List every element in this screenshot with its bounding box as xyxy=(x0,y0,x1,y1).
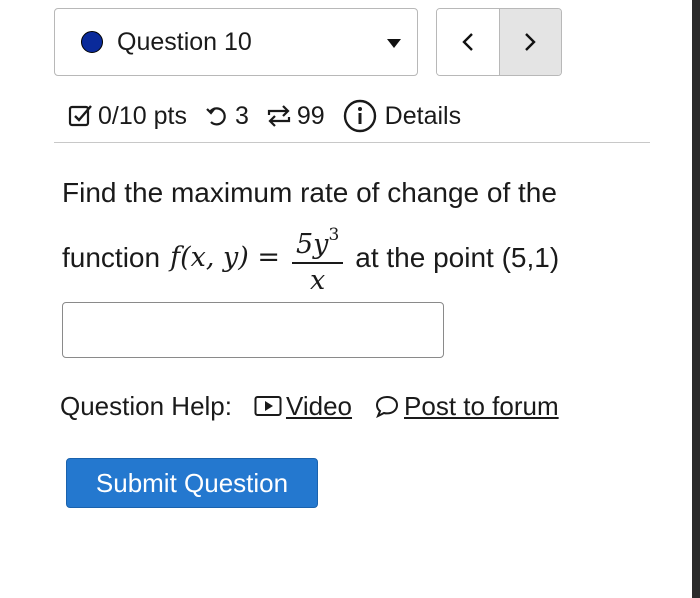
submit-question-button[interactable]: Submit Question xyxy=(66,458,318,508)
details-label: Details xyxy=(384,101,462,130)
question-help: Question Help: Video Post to forum xyxy=(60,388,559,424)
info-icon xyxy=(343,99,376,133)
attempts-status: 3 xyxy=(205,102,249,131)
answer-input[interactable] xyxy=(62,302,444,358)
attempts-text: 3 xyxy=(234,101,249,130)
points-status: 0/10 pts xyxy=(68,102,187,131)
undo-icon xyxy=(206,107,226,126)
question-select-label: Question 10 xyxy=(117,27,252,56)
fraction-numerator: 5y3 xyxy=(292,218,344,264)
status-dot xyxy=(81,31,103,53)
prev-question-button[interactable] xyxy=(437,9,500,75)
speech-bubble-icon xyxy=(376,395,399,418)
numerator-base: 5y xyxy=(296,229,329,260)
question-help-label: Question Help: xyxy=(60,390,232,421)
versions-status: 99 xyxy=(265,102,325,131)
video-icon xyxy=(254,396,282,416)
divider xyxy=(54,142,650,143)
dropdown-caret-icon xyxy=(387,39,401,48)
fraction-denominator: x xyxy=(310,265,326,296)
chevron-right-icon xyxy=(525,33,536,51)
function-expression: f(x, y) = xyxy=(170,242,280,273)
fraction: 5y3 x xyxy=(292,218,344,298)
video-label: Video xyxy=(285,390,353,421)
question-line-2: function f(x, y) = 5y3 x at the point (5… xyxy=(62,218,642,298)
question-select[interactable]: Question 10 xyxy=(54,8,418,76)
numerator-exponent: 3 xyxy=(328,225,340,245)
question-nav xyxy=(436,8,562,76)
question-line-1: Find the maximum rate of change of the xyxy=(62,177,557,208)
points-text: 0/10 pts xyxy=(98,101,187,130)
forum-link[interactable]: Post to forum xyxy=(374,391,559,422)
versions-text: 99 xyxy=(296,101,325,130)
next-question-button[interactable] xyxy=(499,9,561,75)
question-text: Find the maximum rate of change of the f… xyxy=(62,176,642,298)
question-suffix: at the point (5,1) xyxy=(355,242,560,273)
chevron-left-icon xyxy=(462,33,473,51)
video-link[interactable]: Video xyxy=(254,391,352,422)
status-row: 0/10 pts 3 99 Details xyxy=(68,96,461,136)
question-prefix: function xyxy=(62,242,161,273)
window-edge xyxy=(692,0,700,598)
checkbox-icon xyxy=(68,105,92,127)
forum-label: Post to forum xyxy=(404,390,559,421)
repeat-icon xyxy=(267,105,290,127)
details-button[interactable]: Details xyxy=(343,99,461,133)
